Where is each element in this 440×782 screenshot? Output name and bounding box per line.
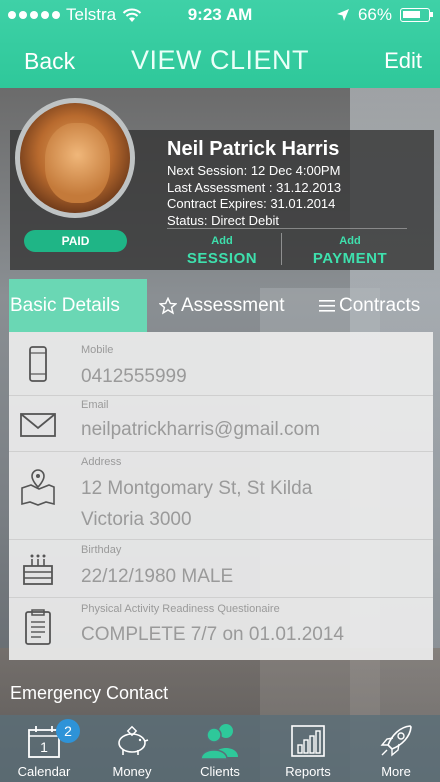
tab-calendar-label: Calendar xyxy=(17,764,71,779)
calendar-badge: 2 xyxy=(56,719,80,743)
address-label: Address xyxy=(81,456,122,468)
battery-icon xyxy=(400,8,433,22)
birthday-row[interactable]: Birthday 22/12/1980 MALE xyxy=(9,540,433,598)
address-row[interactable]: Address 12 Montgomary St, St Kilda Victo… xyxy=(9,452,433,540)
status-bar: Telstra 9:23 AM 66% xyxy=(0,0,440,30)
add-payment-button[interactable]: Add PAYMENT xyxy=(295,235,405,267)
client-name: Neil Patrick Harris xyxy=(167,138,340,160)
mobile-row[interactable]: Mobile 0412555999 xyxy=(9,332,433,396)
contract-expires: Contract Expires: 31.01.2014 xyxy=(167,196,336,211)
emergency-contact-heading: Emergency Contact xyxy=(10,683,169,703)
add-session-button[interactable]: Add SESSION xyxy=(167,235,277,267)
divider xyxy=(281,233,282,265)
bar-chart-icon xyxy=(291,725,325,757)
email-label: Email xyxy=(81,399,109,411)
page-title: VIEW CLIENT xyxy=(130,45,310,75)
last-assessment: Last Assessment : 31.12.2013 xyxy=(167,179,342,195)
tab-money-label: Money xyxy=(112,764,152,779)
email-row[interactable]: Email neilpatrickharris@gmail.com xyxy=(9,396,433,452)
basic-details-panel: Mobile 0412555999 Email neilpatrickharri… xyxy=(9,332,433,660)
clipboard-icon xyxy=(25,609,51,645)
map-pin-icon xyxy=(21,469,55,506)
tab-calendar[interactable]: 1 2 Calendar xyxy=(0,715,88,782)
avatar xyxy=(15,98,135,218)
tab-reports[interactable]: Reports xyxy=(264,715,352,782)
tab-money[interactable]: Money xyxy=(88,715,176,782)
parq-value: COMPLETE 7/7 on 01.01.2014 xyxy=(81,624,344,645)
tab-more-label: More xyxy=(381,764,411,779)
next-session: Next Session: 12 Dec 4:00PM xyxy=(167,163,341,178)
rocket-icon xyxy=(380,725,412,757)
address-line2: Victoria 3000 xyxy=(81,509,192,530)
mobile-phone-icon xyxy=(29,346,47,382)
edit-button[interactable]: Edit xyxy=(384,48,422,74)
people-icon xyxy=(200,724,238,760)
birthday-label: Birthday xyxy=(81,544,122,556)
birthday-value: 22/12/1980 MALE xyxy=(81,566,234,587)
client-profile-card: PAID Neil Patrick Harris Next Session: 1… xyxy=(10,98,434,270)
parq-row[interactable]: Physical Activity Readiness Questionaire… xyxy=(9,598,433,660)
address-line1: 12 Montgomary St, St Kilda xyxy=(81,478,313,499)
tab-basic-details[interactable]: Basic Details xyxy=(9,279,147,332)
detail-tabs: Basic Details Assessment Contracts xyxy=(9,279,433,332)
location-arrow-icon xyxy=(336,9,349,21)
star-icon xyxy=(159,296,177,315)
birthday-cake-icon xyxy=(23,554,53,585)
battery-percent: 66% xyxy=(357,5,392,24)
parq-label: Physical Activity Readiness Questionaire xyxy=(81,603,280,615)
tab-clients[interactable]: Clients xyxy=(176,715,264,782)
mobile-label: Mobile xyxy=(81,344,114,356)
tab-clients-label: Clients xyxy=(200,764,240,779)
email-value: neilpatrickharris@gmail.com xyxy=(81,419,320,440)
paid-badge: PAID xyxy=(24,230,127,252)
calendar-day: 1 xyxy=(40,739,48,755)
mobile-value: 0412555999 xyxy=(81,366,187,387)
envelope-icon xyxy=(20,413,56,437)
list-icon xyxy=(319,299,335,312)
tab-more[interactable]: More xyxy=(352,715,440,782)
tab-reports-label: Reports xyxy=(285,764,331,779)
payment-status: Status: Direct Debit xyxy=(167,212,279,228)
piggy-bank-icon xyxy=(118,725,149,755)
tab-assessment[interactable]: Assessment xyxy=(159,279,309,332)
header-bar: Telstra 9:23 AM 66% Back VIEW CLIENT Edi… xyxy=(0,0,440,88)
bottom-tab-bar: 1 2 Calendar Money Clients Reports More xyxy=(0,715,440,782)
tab-contracts[interactable]: Contracts xyxy=(319,279,439,332)
